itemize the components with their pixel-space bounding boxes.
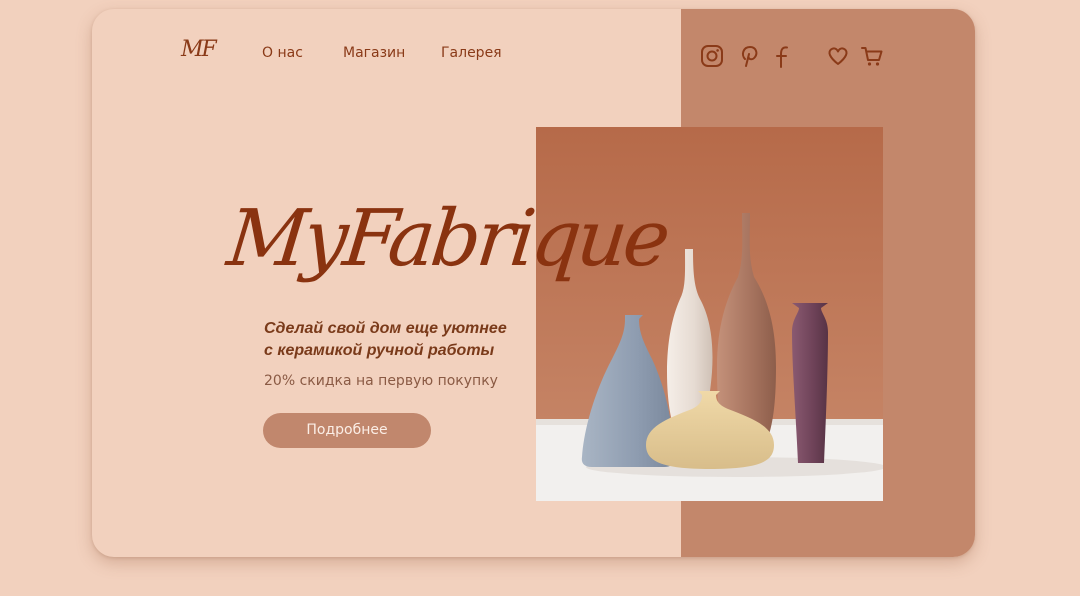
- tagline-line-1: Сделай свой дом еще уютнее: [264, 320, 507, 337]
- site-logo[interactable]: MF: [181, 37, 217, 62]
- instagram-icon[interactable]: [699, 43, 725, 69]
- nav-item-gallery[interactable]: Галерея: [441, 45, 502, 61]
- more-info-button[interactable]: Подробнее: [263, 413, 431, 448]
- discount-text: 20% скидка на первую покупку: [264, 373, 498, 389]
- cart-icon[interactable]: [859, 43, 885, 69]
- nav-item-shop[interactable]: Магазин: [343, 45, 405, 61]
- brand-title: MyFabrique: [223, 194, 671, 284]
- hero-vases-image: [536, 127, 883, 501]
- landing-card: MF О нас Магазин Галерея MyFabrique Сдел…: [92, 9, 975, 557]
- heart-icon[interactable]: [825, 43, 851, 69]
- tagline-line-2: с керамикой ручной работы: [264, 342, 495, 359]
- facebook-icon[interactable]: [769, 43, 795, 69]
- pinterest-icon[interactable]: [736, 43, 762, 69]
- hero-tagline: Сделай свой дом еще уютнее с керамикой р…: [264, 318, 507, 362]
- nav-item-about[interactable]: О нас: [262, 45, 303, 61]
